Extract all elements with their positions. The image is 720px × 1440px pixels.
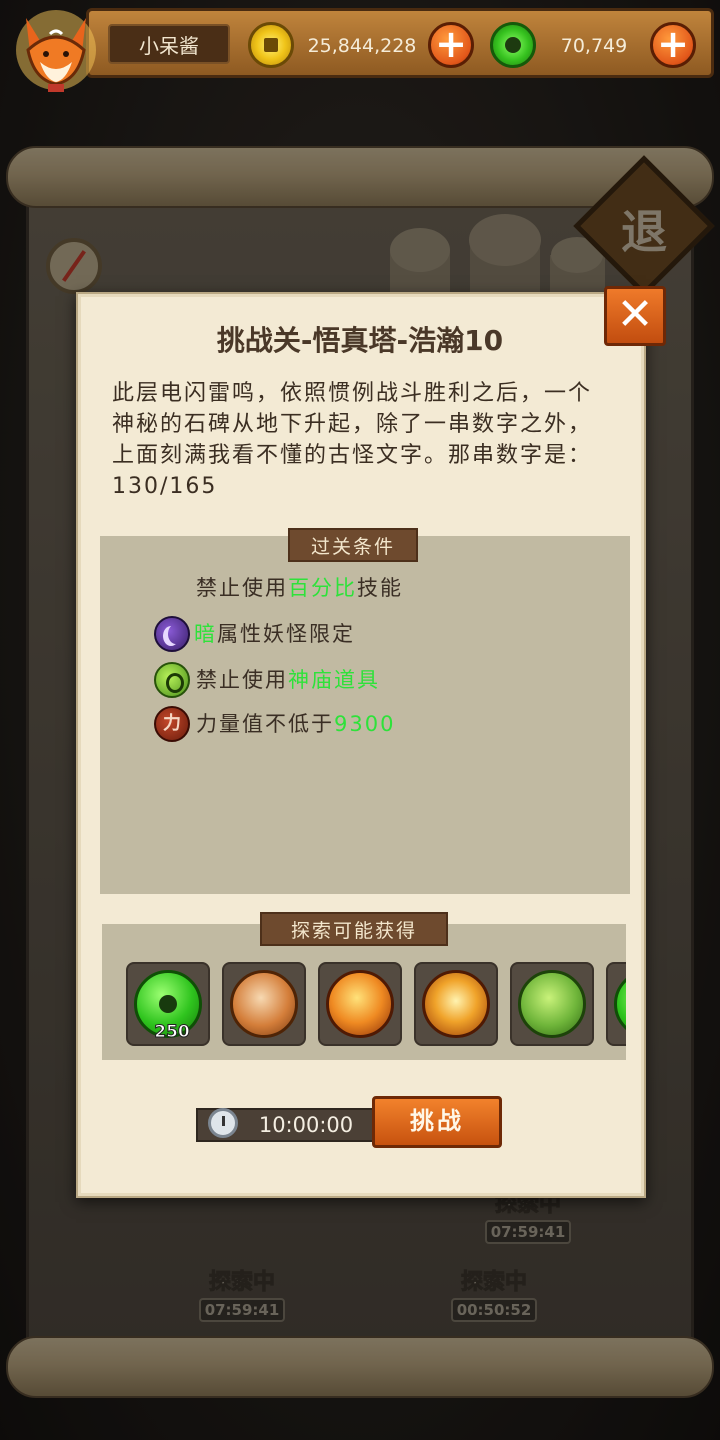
dialog-description: 此层电闪雷鸣，依照惯例战斗胜利之后，一个神秘的石碑从地下升起，除了一串数字之外，… bbox=[112, 381, 593, 499]
condition-text: 禁止使用 bbox=[196, 576, 288, 600]
power-icon: 力 bbox=[154, 706, 190, 742]
condition-highlight: 9300 bbox=[334, 712, 396, 736]
reward-slot[interactable]: 250 bbox=[126, 962, 210, 1046]
star-orb-icon bbox=[422, 970, 490, 1038]
rewards-tag: 探索可能获得 bbox=[260, 912, 448, 946]
condition-highlight: 暗 bbox=[194, 622, 217, 646]
condition-text: 禁止使用 bbox=[196, 668, 288, 692]
reward-slot-partial[interactable] bbox=[606, 962, 626, 1046]
add-gold-button[interactable]: + bbox=[428, 22, 474, 68]
reward-slot[interactable] bbox=[318, 962, 402, 1046]
gold-coin-icon bbox=[248, 22, 294, 68]
reward-slot[interactable] bbox=[222, 962, 306, 1046]
player-name: 小呆酱 bbox=[108, 24, 230, 64]
reward-slot[interactable] bbox=[510, 962, 594, 1046]
gold-amount: 25,844,228 bbox=[307, 35, 417, 57]
swirl-orb-icon bbox=[230, 970, 298, 1038]
clover-orb-icon bbox=[518, 970, 586, 1038]
condition-highlight: 神庙道具 bbox=[288, 668, 380, 692]
condition-row: 禁止使用百分比技能 bbox=[196, 570, 403, 606]
condition-text: 属性妖怪限定 bbox=[217, 622, 355, 646]
stopwatch-icon bbox=[208, 1108, 238, 1138]
condition-text: 技能 bbox=[357, 576, 403, 600]
condition-row: 力量值不低于9300 bbox=[196, 706, 395, 742]
reward-slot[interactable] bbox=[414, 962, 498, 1046]
jade-coin-icon bbox=[490, 22, 536, 68]
dialog-title: 挑战关-悟真塔-浩瀚10 bbox=[216, 324, 504, 357]
dark-moon-icon bbox=[154, 616, 190, 652]
timer-text: 10:00:00 bbox=[258, 1113, 354, 1137]
jade-amount: 70,749 bbox=[560, 35, 628, 57]
condition-highlight: 百分比 bbox=[288, 576, 357, 600]
jade-orb-icon bbox=[614, 970, 626, 1038]
reward-count: 250 bbox=[154, 1022, 191, 1043]
flame-orb-icon bbox=[326, 970, 394, 1038]
add-jade-button[interactable]: + bbox=[650, 22, 696, 68]
fox-avatar[interactable] bbox=[8, 4, 104, 96]
close-button[interactable]: ✕ bbox=[604, 286, 666, 346]
challenge-button[interactable]: 挑战 bbox=[372, 1096, 502, 1148]
reward-slot bbox=[606, 962, 626, 1046]
condition-text: 力量值不低于 bbox=[196, 712, 334, 736]
conditions-tag: 过关条件 bbox=[288, 528, 418, 562]
condition-row: 禁止使用神庙道具 bbox=[196, 662, 380, 698]
temple-item-icon bbox=[154, 662, 190, 698]
condition-row: 暗属性妖怪限定 bbox=[194, 616, 355, 652]
